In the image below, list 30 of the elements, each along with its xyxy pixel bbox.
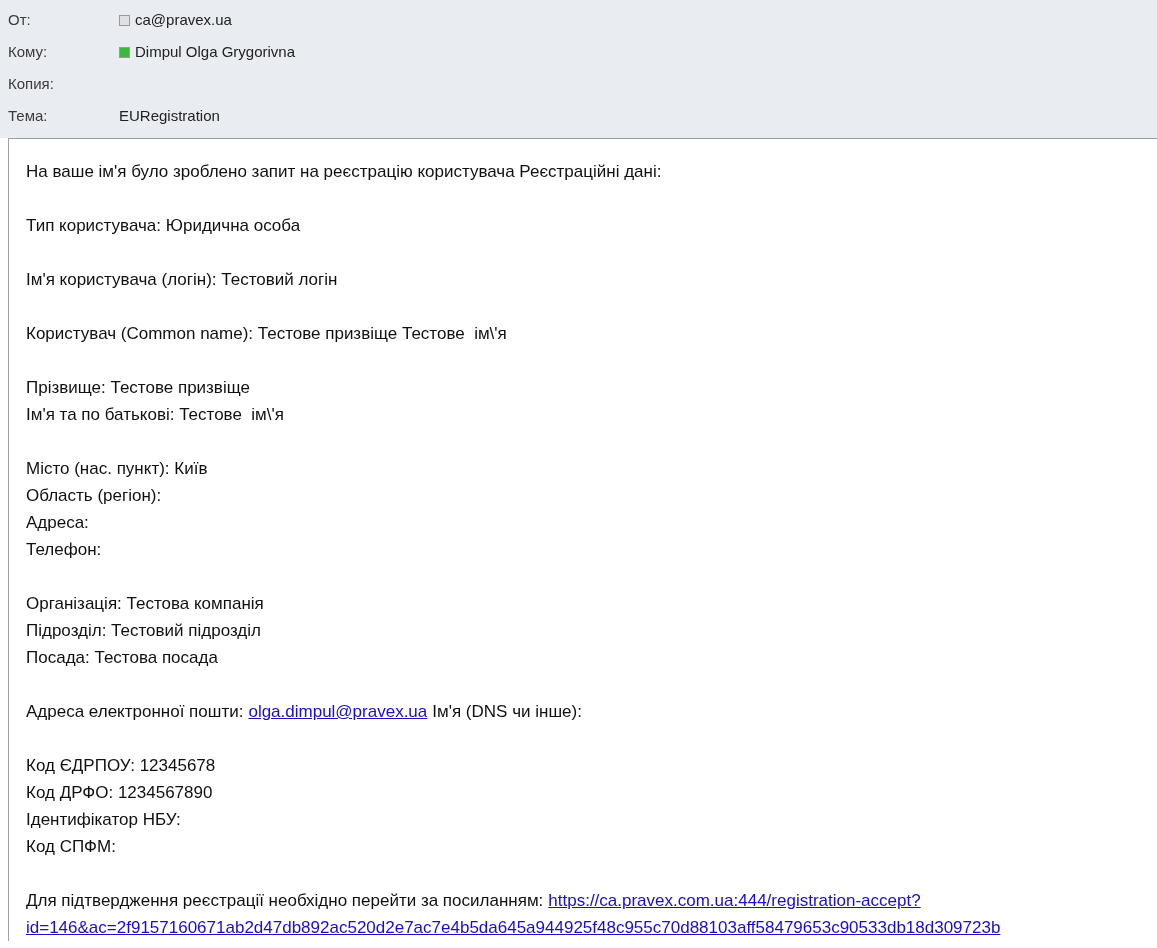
- body-text: Ім'я (DNS чи інше):: [432, 701, 582, 723]
- body-text: Ім'я та по батькові: Тестове ім\'я: [26, 404, 284, 426]
- field-value: Dimpul Olga Grygorivna: [135, 41, 296, 62]
- body-text: На ваше ім'я було зроблено запит на реєстрацію користувача Реєстраційні дані:: [26, 161, 662, 183]
- body-text: Ім'я користувача (логін): Тестовий логін: [26, 269, 338, 291]
- body-text: Організація: Тестова компанія: [26, 593, 264, 615]
- field-value: ca@pravex.ua: [135, 9, 232, 30]
- body-text: Адреса:: [26, 512, 89, 534]
- body-text: Підрозділ: Тестовий підрозділ: [26, 620, 261, 642]
- body-text: Ідентифікатор НБУ:: [26, 809, 181, 831]
- body-text: Код СПФМ:: [26, 836, 116, 858]
- body-text: Адреса електронної пошти:: [26, 701, 244, 723]
- body-text: Користувач (Common name): Тестове призвіще Тестове ім\'я: [26, 323, 507, 345]
- body-text: Тип користувача: Юридична особа: [26, 215, 301, 237]
- field-label: Кому:: [8, 41, 49, 62]
- body-text: Прізвище: Тестове призвіще: [26, 377, 250, 399]
- body-text: Місто (нас. пункт): Київ: [26, 458, 208, 480]
- link[interactable]: id=146&ac=2f9157160671ab2d47db892ac520d2e7ac7e4b5da645a944925f48c955c70d88103aff58479653c90533db18d309723b: [26, 914, 1001, 941]
- body-text: Область (регіон):: [26, 485, 162, 507]
- body-text: Посада: Тестова посада: [26, 647, 218, 669]
- body-text: Для підтвердження реєстрації необхідно перейти за посиланням:: [26, 890, 544, 912]
- body-text: Код ЄДРПОУ: 12345678: [26, 755, 216, 777]
- field-label: Копия:: [8, 73, 55, 94]
- body-text: Код ДРФО: 1234567890: [26, 782, 213, 804]
- field-label: Тема:: [8, 105, 49, 126]
- field-label: От:: [8, 9, 32, 30]
- link[interactable]: https://ca.pravex.com.ua:444/registration-accept?: [548, 887, 921, 914]
- field-value: EURegistration: [119, 105, 220, 126]
- link[interactable]: olga.dimpul@pravex.ua: [248, 698, 428, 725]
- body-text: Телефон:: [26, 539, 102, 561]
